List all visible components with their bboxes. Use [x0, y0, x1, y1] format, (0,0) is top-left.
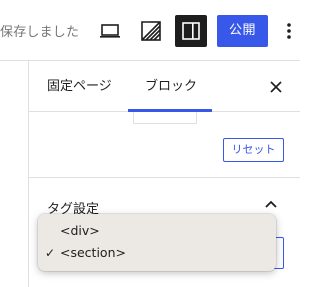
close-icon[interactable]	[267, 78, 285, 96]
editor-window: 保存しました 公開 固定ページ ブロック リセット タグ設定 <div> ✓ <…	[0, 0, 300, 287]
tab-page[interactable]: 固定ページ	[47, 61, 112, 112]
option-label: <div>	[60, 223, 100, 238]
sidebar-toggle-button[interactable]	[175, 15, 207, 47]
sidebar-toggle-icon	[182, 22, 200, 40]
chevron-up-icon	[265, 200, 277, 208]
tag-dropdown-list: <div> ✓ <section>	[38, 214, 276, 271]
dropdown-option-section[interactable]: ✓ <section>	[38, 242, 276, 264]
style-icon[interactable]	[138, 18, 164, 44]
top-toolbar: 保存しました 公開	[0, 0, 300, 61]
editor-canvas-edge	[0, 61, 29, 287]
option-label: <section>	[60, 245, 126, 260]
dropdown-option-div[interactable]: <div>	[38, 220, 276, 242]
tab-block[interactable]: ブロック	[128, 61, 212, 112]
reset-button[interactable]: リセット	[223, 138, 284, 162]
check-icon: ✓	[45, 246, 56, 260]
publish-button[interactable]: 公開	[217, 15, 268, 47]
block-preview-edge	[133, 112, 197, 124]
more-options-icon[interactable]	[281, 19, 297, 43]
saved-status: 保存しました	[0, 25, 80, 40]
sidebar-tabs: 固定ページ ブロック	[29, 61, 300, 112]
laptop-icon[interactable]	[98, 19, 122, 43]
